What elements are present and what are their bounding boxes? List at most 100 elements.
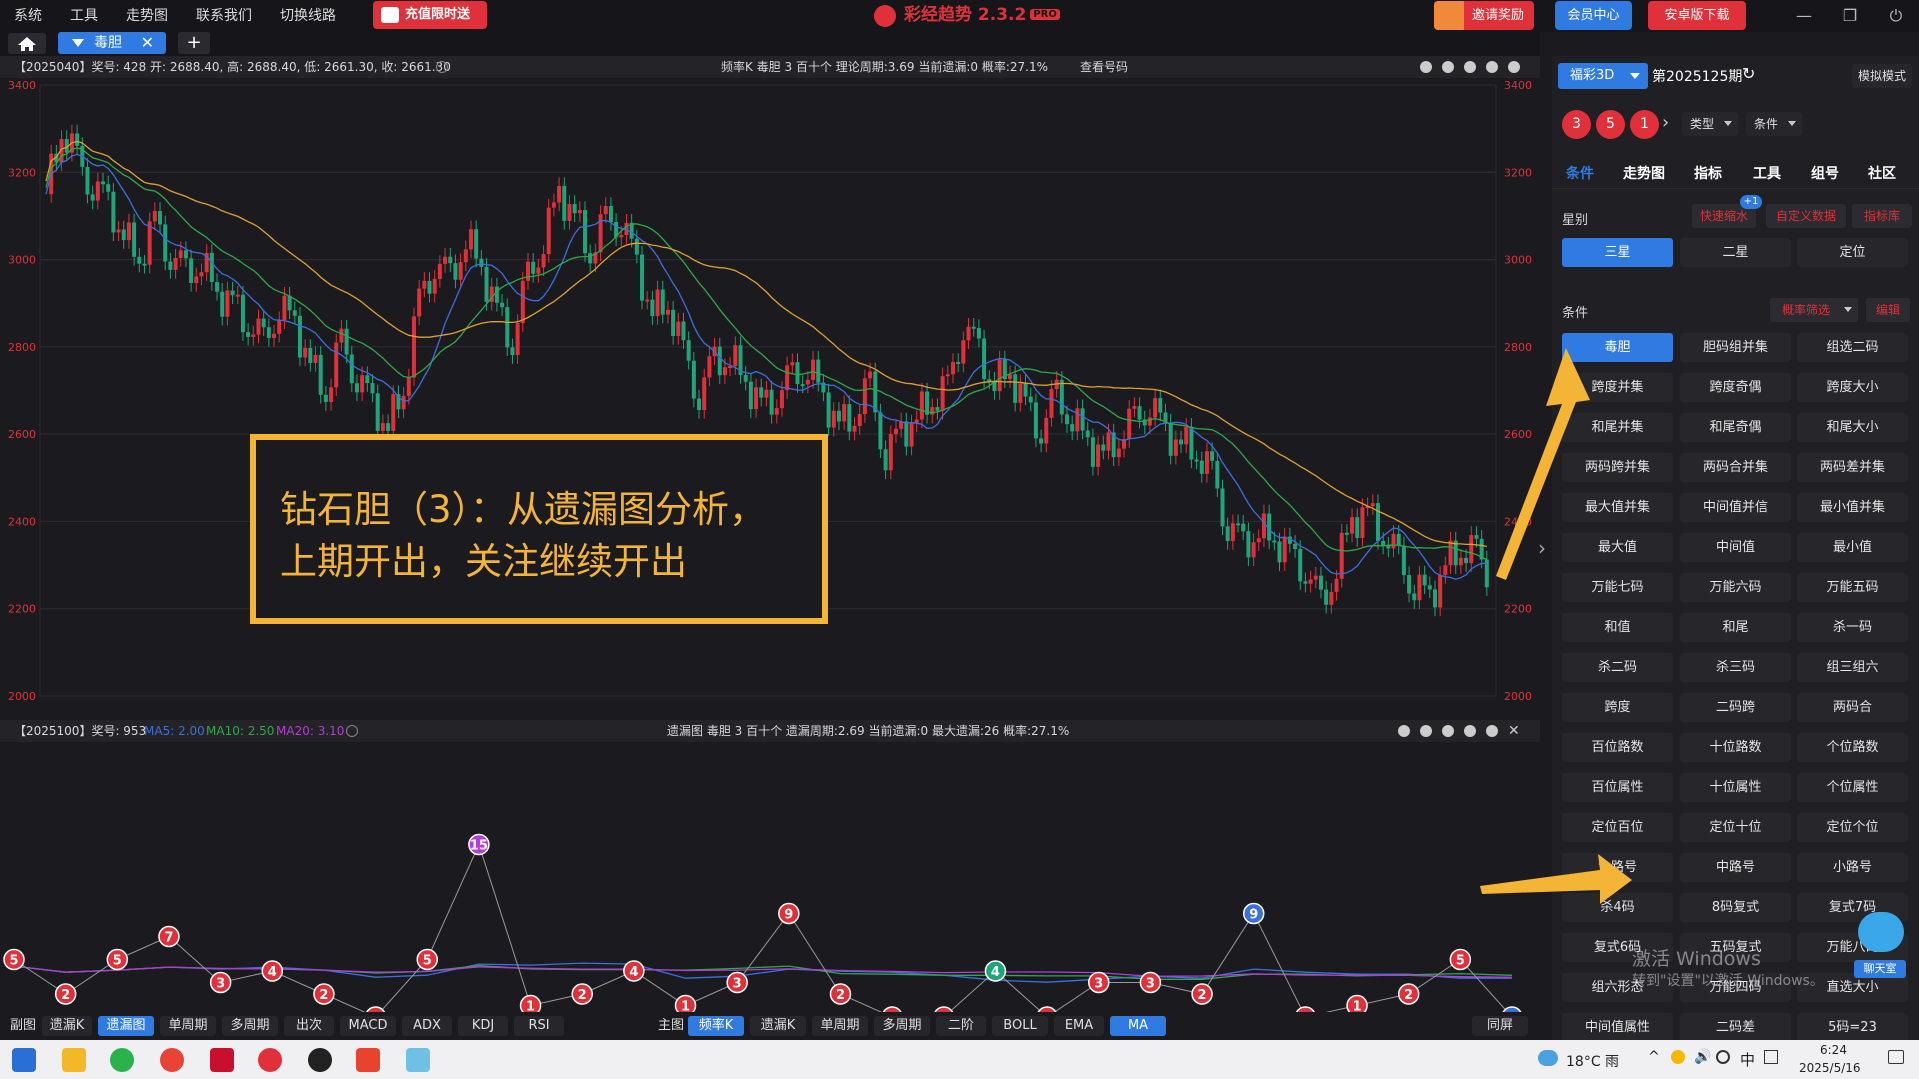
condition-button[interactable]: 定位个位 [1797,813,1908,842]
condition-button[interactable]: 杀二码 [1562,653,1673,682]
menu-trend[interactable]: 走势图 [112,0,182,32]
main-btn-multi-cycle[interactable]: 多周期 [874,1016,930,1036]
invite-button[interactable]: 邀请奖励 [1434,1,1534,30]
windows-start-icon[interactable] [12,1048,36,1072]
main-btn-miss-k[interactable]: 遗漏K [750,1016,806,1036]
condition-button[interactable]: 跨度大小 [1797,373,1908,402]
sub-btn-single-cycle[interactable]: 单周期 [160,1016,216,1036]
main-btn-single-cycle[interactable]: 单周期 [812,1016,868,1036]
arrow-down-icon[interactable] [1464,725,1476,737]
main-btn-ema[interactable]: EMA [1054,1016,1104,1036]
android-download-button[interactable]: 安卓版下载 [1648,1,1746,30]
condition-button[interactable]: 组三组六 [1797,653,1908,682]
tab-conditions[interactable]: 条件 [1566,163,1594,183]
tab-indicator[interactable]: 指标 [1694,163,1722,183]
condition-button[interactable]: 和值 [1562,613,1673,642]
close-icon[interactable]: ✕ [1508,720,1520,742]
condition-button[interactable]: 二码跨 [1680,693,1791,722]
file-explorer-icon[interactable] [62,1048,86,1072]
condition-button[interactable]: 十位属性 [1680,773,1791,802]
condition-button[interactable]: 杀一码 [1797,613,1908,642]
star-two[interactable]: 二星 [1680,238,1791,267]
condition-button[interactable]: 百位属性 [1562,773,1673,802]
sub-btn-macd[interactable]: MACD [340,1016,396,1036]
same-screen-button[interactable]: 同屏 [1472,1016,1528,1036]
condition-button[interactable]: 跨度奇偶 [1680,373,1791,402]
sub-btn-out-count[interactable]: 出次 [284,1016,334,1036]
chat-icon[interactable] [1858,912,1904,952]
clock-time[interactable]: 6:24 [1820,1043,1847,1057]
add-tab-button[interactable]: + [178,32,210,54]
minimize-icon[interactable]: — [1790,4,1818,28]
menu-system[interactable]: 系统 [0,0,56,32]
pin-icon[interactable] [1398,725,1410,737]
recharge-button[interactable]: 充值限时送 [373,1,487,29]
sub-btn-miss-k[interactable]: 遗漏K [42,1016,92,1036]
chrome-icon[interactable] [160,1048,184,1072]
condition-button[interactable]: 定位十位 [1680,813,1791,842]
chat-room-button[interactable]: 聊天室 [1854,960,1906,978]
restore-icon[interactable]: ❐ [1836,4,1864,28]
sub-btn-multi-cycle[interactable]: 多周期 [222,1016,278,1036]
chevron-right-icon[interactable]: › [1662,112,1669,133]
menu-tools[interactable]: 工具 [56,0,112,32]
tab-groups[interactable]: 组号 [1811,163,1839,183]
condition-button[interactable]: 万能五码 [1797,573,1908,602]
speaker-icon[interactable]: 🔊 [1694,1049,1711,1065]
chevron-up-icon[interactable]: ^ [1648,1049,1660,1065]
condition-button[interactable]: 定位百位 [1562,813,1673,842]
indicator-lib-button[interactable]: 指标库 [1852,204,1912,228]
lottery-select[interactable]: 福彩3D [1558,63,1648,89]
tab-trend[interactable]: 走势图 [1623,163,1665,183]
power-icon[interactable]: ⏻ [1882,4,1910,28]
main-btn-ma[interactable]: MA [1110,1016,1166,1036]
ime-language[interactable]: 中 [1740,1049,1755,1070]
condition-button[interactable]: 十位路数 [1680,733,1791,762]
condition-button[interactable]: 和尾大小 [1797,413,1908,442]
condition-button[interactable]: 中间值属性 [1562,1013,1673,1042]
condition-button[interactable]: 最小值并集 [1797,493,1908,522]
probability-filter-select[interactable]: 概率筛选 [1770,298,1858,322]
clock-date[interactable]: 2025/5/16 [1799,1061,1861,1075]
tab-community[interactable]: 社区 [1868,163,1896,183]
sub-btn-kdj[interactable]: KDJ [458,1016,508,1036]
help-icon[interactable] [346,725,358,737]
caijing-app-icon[interactable] [258,1048,282,1072]
condition-button[interactable]: 两码差并集 [1797,453,1908,482]
input-method-icon[interactable] [1716,1050,1730,1064]
refresh-icon[interactable]: ↻ [1742,64,1755,83]
member-center-button[interactable]: 会员中心 [1555,1,1632,30]
condition-button[interactable]: 和尾 [1680,613,1791,642]
condition-button[interactable]: 杀三码 [1680,653,1791,682]
star-three[interactable]: 三星 [1562,238,1673,267]
main-btn-boll[interactable]: BOLL [992,1016,1048,1036]
tray-icon[interactable] [1671,1050,1685,1064]
close-icon[interactable]: ✕ [141,32,154,54]
arrow-up-icon[interactable] [1442,725,1454,737]
tab-tools[interactable]: 工具 [1753,163,1781,183]
custom-data-button[interactable]: 自定义数据 [1766,204,1846,228]
condition-button[interactable]: 中间值并信 [1680,493,1791,522]
edit-button[interactable]: 编辑 [1866,298,1910,322]
main-btn-freq-k[interactable]: 频率K [688,1016,744,1036]
keyboard-icon[interactable] [1764,1050,1778,1064]
app-icon-1[interactable] [210,1048,234,1072]
notification-icon[interactable] [1888,1050,1904,1064]
condition-button[interactable]: 跨度 [1562,693,1673,722]
condition-button[interactable]: 8码复式 [1680,893,1791,922]
condition-button[interactable]: 中路号 [1680,853,1791,882]
sub-btn-miss-chart[interactable]: 遗漏图 [98,1016,154,1036]
condition-button[interactable]: 百位路数 [1562,733,1673,762]
condition-button[interactable]: 两码合并集 [1680,453,1791,482]
qq-icon[interactable] [308,1048,332,1072]
notepad-icon[interactable] [406,1048,430,1072]
type-select[interactable]: 类型 [1682,112,1738,136]
condition-button[interactable]: 小路号 [1797,853,1908,882]
condition-button[interactable]: 万能六码 [1680,573,1791,602]
weather-text[interactable]: 18°C 雨 [1566,1051,1619,1071]
condition-button[interactable]: 中间值 [1680,533,1791,562]
condition-button[interactable]: 两码合 [1797,693,1908,722]
menu-switch-line[interactable]: 切换线路 [266,0,350,32]
condition-select[interactable]: 条件 [1746,112,1802,136]
wps-icon[interactable] [356,1048,380,1072]
